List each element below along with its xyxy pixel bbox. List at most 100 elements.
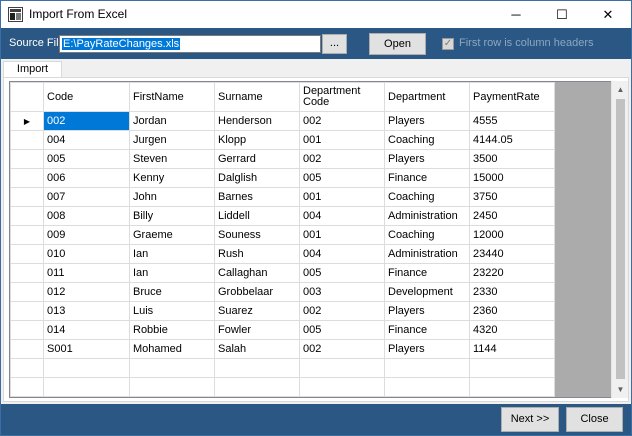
scroll-up-arrow-icon[interactable]: ▲ (612, 81, 629, 98)
cell-code[interactable]: 012 (43, 282, 130, 302)
empty-cell[interactable] (299, 358, 385, 378)
cell-code[interactable]: 011 (43, 263, 130, 283)
row-header[interactable] (10, 339, 44, 359)
cell-firstname[interactable]: Jordan (129, 111, 215, 131)
tab-import-rows[interactable]: Import Rows (3, 61, 62, 90)
cell-department[interactable]: Coaching (384, 225, 470, 245)
cell-department-code[interactable]: 005 (299, 320, 385, 340)
cell-firstname[interactable]: John (129, 187, 215, 207)
cell-firstname[interactable]: Steven (129, 149, 215, 169)
row-header[interactable] (10, 244, 44, 264)
cell-paymentrate[interactable]: 2360 (469, 301, 555, 321)
cell-department-code[interactable]: 005 (299, 168, 385, 188)
cell-code[interactable]: 005 (43, 149, 130, 169)
cell-department[interactable]: Finance (384, 168, 470, 188)
cell-department-code[interactable]: 002 (299, 111, 385, 131)
column-header-department[interactable]: Department (384, 82, 470, 112)
cell-department[interactable]: Coaching (384, 130, 470, 150)
cell-department-code[interactable]: 001 (299, 225, 385, 245)
cell-paymentrate[interactable]: 23440 (469, 244, 555, 264)
cell-department-code[interactable]: 004 (299, 206, 385, 226)
next-button[interactable]: Next >> (501, 407, 559, 432)
cell-firstname[interactable]: Mohamed (129, 339, 215, 359)
cell-department-code[interactable]: 002 (299, 339, 385, 359)
current-row-marker-icon[interactable]: ▶ (10, 111, 44, 131)
column-header-code[interactable]: Code (43, 82, 130, 112)
import-rows-grid[interactable]: Code FirstName Surname Department Code D… (9, 81, 612, 398)
cell-surname[interactable]: Fowler (214, 320, 300, 340)
close-window-button[interactable]: ✕ (585, 1, 631, 28)
cell-department[interactable]: Coaching (384, 187, 470, 207)
empty-cell[interactable] (129, 377, 215, 397)
cell-department[interactable]: Players (384, 301, 470, 321)
cell-surname[interactable]: Liddell (214, 206, 300, 226)
empty-cell[interactable] (299, 377, 385, 397)
cell-department[interactable]: Finance (384, 263, 470, 283)
empty-cell[interactable] (214, 377, 300, 397)
cell-surname[interactable]: Souness (214, 225, 300, 245)
column-header-surname[interactable]: Surname (214, 82, 300, 112)
cell-paymentrate[interactable]: 15000 (469, 168, 555, 188)
table-row[interactable]: 007 John Barnes 001 Coaching 3750 (10, 187, 555, 207)
cell-surname[interactable]: Salah (214, 339, 300, 359)
cell-department[interactable]: Administration (384, 206, 470, 226)
row-header[interactable] (10, 282, 44, 302)
cell-department-code[interactable]: 001 (299, 187, 385, 207)
cell-firstname[interactable]: Kenny (129, 168, 215, 188)
cell-department[interactable]: Development (384, 282, 470, 302)
table-row[interactable]: 014 Robbie Fowler 005 Finance 4320 (10, 320, 555, 340)
cell-department-code[interactable]: 005 (299, 263, 385, 283)
cell-surname[interactable]: Grobbelaar (214, 282, 300, 302)
empty-cell[interactable] (43, 358, 130, 378)
cell-department-code[interactable]: 004 (299, 244, 385, 264)
cell-code[interactable]: 004 (43, 130, 130, 150)
table-row[interactable]: 008 Billy Liddell 004 Administration 2450 (10, 206, 555, 226)
cell-paymentrate[interactable]: 3500 (469, 149, 555, 169)
new-row[interactable] (10, 377, 555, 397)
cell-code[interactable]: 007 (43, 187, 130, 207)
cell-firstname[interactable]: Bruce (129, 282, 215, 302)
grid-vertical-scrollbar[interactable]: ▲ ▼ (611, 81, 628, 398)
cell-firstname[interactable]: Ian (129, 263, 215, 283)
cell-code[interactable]: 010 (43, 244, 130, 264)
table-row[interactable]: ▶ 002 Jordan Henderson 002 Players 4555 (10, 111, 555, 131)
row-header[interactable] (10, 130, 44, 150)
row-header[interactable] (10, 263, 44, 283)
table-row[interactable]: 006 Kenny Dalglish 005 Finance 15000 (10, 168, 555, 188)
cell-surname[interactable]: Gerrard (214, 149, 300, 169)
cell-department-code[interactable]: 002 (299, 301, 385, 321)
empty-cell[interactable] (384, 377, 470, 397)
cell-firstname[interactable]: Jurgen (129, 130, 215, 150)
row-header[interactable] (10, 206, 44, 226)
cell-code[interactable]: 014 (43, 320, 130, 340)
empty-cell[interactable] (129, 358, 215, 378)
row-header[interactable] (10, 358, 44, 378)
row-header[interactable] (10, 168, 44, 188)
cell-department[interactable]: Administration (384, 244, 470, 264)
table-row[interactable]: 013 Luis Suarez 002 Players 2360 (10, 301, 555, 321)
empty-cell[interactable] (43, 377, 130, 397)
cell-code[interactable]: 002 (43, 111, 130, 131)
scroll-down-arrow-icon[interactable]: ▼ (612, 381, 629, 398)
cell-code[interactable]: 013 (43, 301, 130, 321)
column-header-firstname[interactable]: FirstName (129, 82, 215, 112)
first-row-headers-checkbox[interactable]: ✓ (442, 38, 454, 50)
cell-code[interactable]: 009 (43, 225, 130, 245)
cell-paymentrate[interactable]: 4555 (469, 111, 555, 131)
cell-department-code[interactable]: 003 (299, 282, 385, 302)
table-row[interactable]: 009 Graeme Souness 001 Coaching 12000 (10, 225, 555, 245)
cell-department-code[interactable]: 002 (299, 149, 385, 169)
cell-surname[interactable]: Klopp (214, 130, 300, 150)
table-row[interactable]: 004 Jurgen Klopp 001 Coaching 4144.05 (10, 130, 555, 150)
cell-firstname[interactable]: Luis (129, 301, 215, 321)
cell-surname[interactable]: Callaghan (214, 263, 300, 283)
cell-paymentrate[interactable]: 2450 (469, 206, 555, 226)
cell-department-code[interactable]: 001 (299, 130, 385, 150)
empty-cell[interactable] (469, 377, 555, 397)
cell-code[interactable]: 006 (43, 168, 130, 188)
browse-button[interactable]: ... (322, 34, 347, 54)
close-button[interactable]: Close (566, 407, 623, 432)
cell-paymentrate[interactable]: 4320 (469, 320, 555, 340)
cell-code[interactable]: S001 (43, 339, 130, 359)
cell-firstname[interactable]: Graeme (129, 225, 215, 245)
